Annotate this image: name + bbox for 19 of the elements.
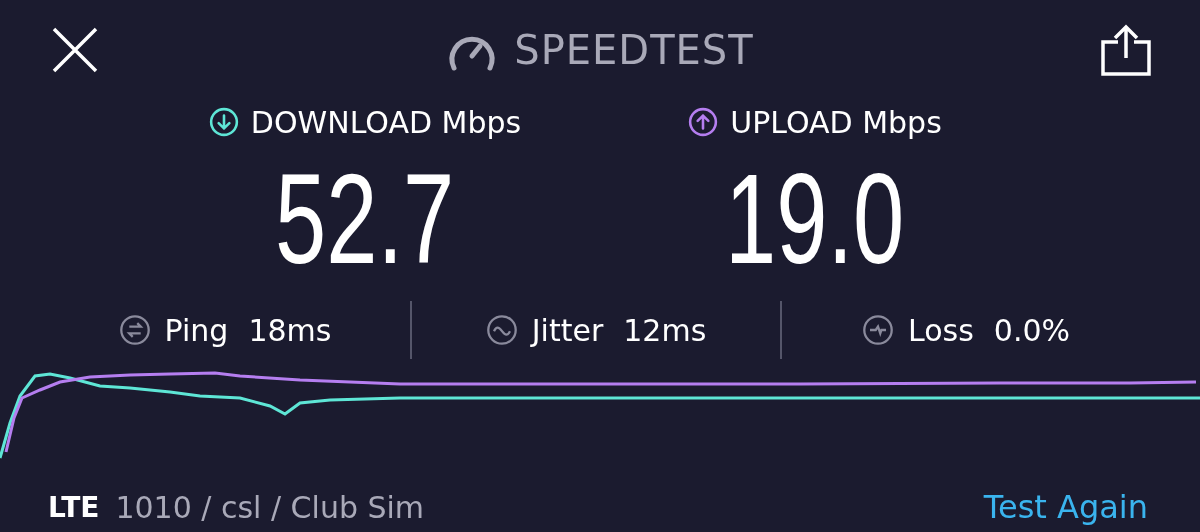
- result-value: 52.7: [275, 154, 455, 284]
- ping-icon: [118, 314, 151, 346]
- stat-label: Loss: [908, 312, 974, 348]
- stat-label: Ping: [164, 312, 229, 348]
- stat-value: 12ms: [623, 312, 707, 348]
- share-button[interactable]: [1100, 24, 1152, 76]
- result-label: UPLOAD Mbps: [730, 104, 942, 140]
- loss-icon: [862, 314, 894, 346]
- test-again-button[interactable]: Test Again: [983, 488, 1148, 526]
- result-value: 19.0: [725, 154, 905, 284]
- stat-label: Jitter: [531, 312, 604, 348]
- stat-value: 18ms: [248, 312, 332, 348]
- jitter-icon: [485, 314, 518, 346]
- network-type: LTE: [48, 490, 100, 524]
- stat-value: 0.0%: [993, 312, 1070, 348]
- close-button[interactable]: [50, 25, 100, 75]
- app-title: SPEEDTEST: [514, 27, 754, 73]
- result-label: DOWNLOAD Mbps: [250, 104, 522, 140]
- carrier-info: 1010 / csl / Club Sim: [115, 489, 425, 525]
